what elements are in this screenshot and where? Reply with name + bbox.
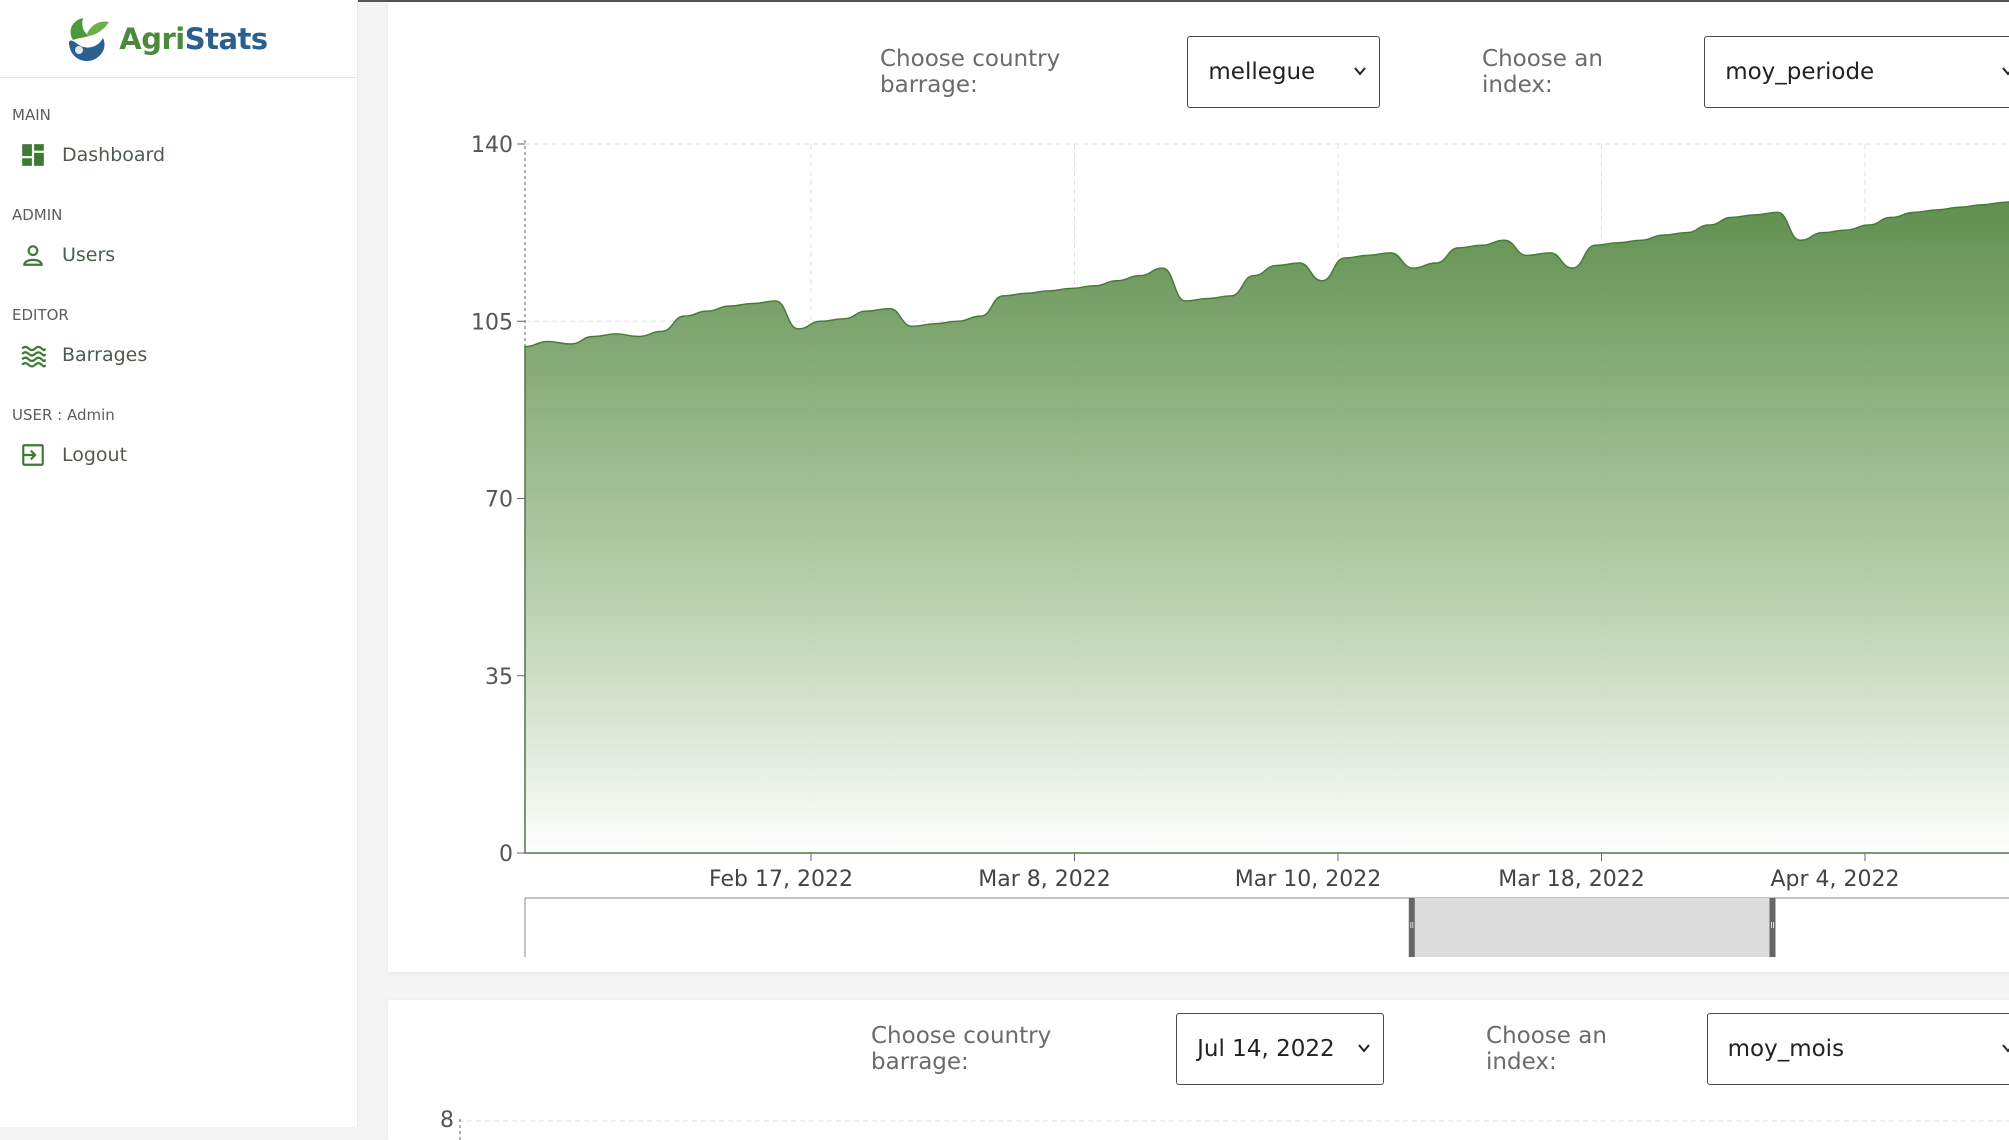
chart-panel-2: Choose country barrage: Jul 14, 2022 Cho…	[388, 1000, 2009, 1140]
sidebar-item-label: Barrages	[62, 344, 148, 366]
sidebar-item-dashboard[interactable]: Dashboard	[0, 126, 357, 184]
area-chart[interactable]: 0 35 70 105 140 Feb 17, 2022 Mar 8, 2022 Mar 10…	[388, 2, 2009, 972]
y-tick-label: 70	[485, 488, 513, 513]
x-tick-label: Mar 10, 2022	[1235, 867, 1381, 892]
sidebar: AgriStats MAIN Dashboard ADMIN Users EDI…	[0, 0, 358, 1127]
brand-name-stats: Stats	[184, 21, 268, 56]
nav-section-user: USER : Admin	[12, 406, 115, 424]
x-tick-label: Mar 18, 2022	[1498, 867, 1644, 892]
x-tick-label: Apr 4, 2022	[1770, 867, 1899, 892]
logout-icon	[22, 444, 44, 466]
y-tick-label: 8	[440, 1108, 454, 1133]
nav-section-admin: ADMIN	[12, 206, 63, 224]
sidebar-item-barrages[interactable]: Barrages	[0, 326, 357, 384]
agristats-logo-icon	[69, 17, 110, 61]
waves-icon	[21, 345, 46, 368]
x-tick-label: Mar 8, 2022	[978, 867, 1110, 892]
main-content: Choose country barrage: mellegue Choose …	[358, 0, 2009, 1140]
navigator-selection[interactable]	[1411, 898, 1773, 957]
y-tick-label: 105	[471, 310, 513, 335]
y-tick-label: 35	[485, 665, 513, 690]
navigator-handle-right[interactable]	[1769, 898, 1776, 957]
nav-section-editor: EDITOR	[12, 306, 69, 324]
sidebar-item-users[interactable]: Users	[0, 226, 357, 284]
range-navigator[interactable]	[524, 897, 2009, 957]
sidebar-item-logout[interactable]: Logout	[0, 426, 357, 484]
dashboard-icon	[22, 144, 44, 166]
sidebar-item-label: Logout	[62, 444, 128, 466]
logo[interactable]: AgriStats	[0, 0, 357, 78]
chart-panel-1: Choose country barrage: mellegue Choose …	[388, 2, 2009, 972]
y-tick-label: 140	[471, 133, 513, 158]
brand-name-agri: Agri	[119, 21, 185, 56]
y-tick-label: 0	[499, 842, 513, 867]
sidebar-nav: MAIN Dashboard ADMIN Users EDITOR Barrag…	[0, 78, 357, 484]
app-frame: AgriStats MAIN Dashboard ADMIN Users EDI…	[0, 0, 2009, 1140]
area-series[interactable]	[524, 200, 2009, 854]
sidebar-item-label: Users	[62, 244, 116, 266]
nav-section-main: MAIN	[12, 106, 51, 124]
area-chart-2[interactable]: 8	[388, 1000, 2009, 1140]
user-icon	[23, 245, 43, 266]
brand-name: AgriStats	[119, 21, 268, 56]
sidebar-item-label: Dashboard	[62, 144, 166, 166]
x-tick-label: Feb 17, 2022	[709, 867, 853, 892]
navigator-handle-left[interactable]	[1408, 898, 1415, 957]
